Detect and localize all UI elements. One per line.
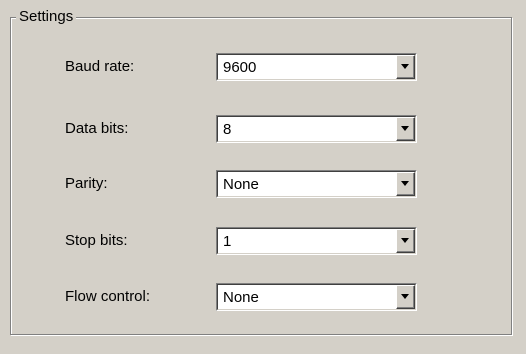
data-bits-select[interactable]: 8 [216,115,417,143]
flow-control-dropdown-button[interactable] [396,285,415,309]
data-bits-row: Data bits: 8 [0,115,526,143]
parity-select[interactable]: None [216,170,417,198]
chevron-down-icon [401,238,409,243]
stop-bits-select[interactable]: 1 [216,227,417,255]
baud-rate-label: Baud rate: [65,58,135,75]
data-bits-label: Data bits: [65,120,129,137]
stop-bits-select-frame: 1 [217,228,416,254]
flow-control-value: None [223,289,259,306]
flow-control-select-frame: None [217,284,416,310]
settings-panel: Settings Baud rate: 9600 Data bits: 8 Pa… [0,0,526,354]
stop-bits-label: Stop bits: [65,232,128,249]
chevron-down-icon [401,181,409,186]
data-bits-dropdown-button[interactable] [396,117,415,141]
baud-rate-row: Baud rate: 9600 [0,53,526,81]
chevron-down-icon [401,126,409,131]
parity-row: Parity: None [0,170,526,198]
parity-value: None [223,176,259,193]
settings-group-title: Settings [16,8,77,26]
chevron-down-icon [401,64,409,69]
baud-rate-select-frame: 9600 [217,54,416,80]
data-bits-select-frame: 8 [217,116,416,142]
flow-control-row: Flow control: None [0,283,526,311]
stop-bits-dropdown-button[interactable] [396,229,415,253]
flow-control-label: Flow control: [65,288,151,305]
chevron-down-icon [401,294,409,299]
baud-rate-dropdown-button[interactable] [396,55,415,79]
parity-select-frame: None [217,171,416,197]
stop-bits-value: 1 [223,233,232,250]
baud-rate-value: 9600 [223,59,257,76]
flow-control-select[interactable]: None [216,283,417,311]
stop-bits-row: Stop bits: 1 [0,227,526,255]
data-bits-value: 8 [223,121,232,138]
parity-label: Parity: [65,175,108,192]
baud-rate-select[interactable]: 9600 [216,53,417,81]
parity-dropdown-button[interactable] [396,172,415,196]
